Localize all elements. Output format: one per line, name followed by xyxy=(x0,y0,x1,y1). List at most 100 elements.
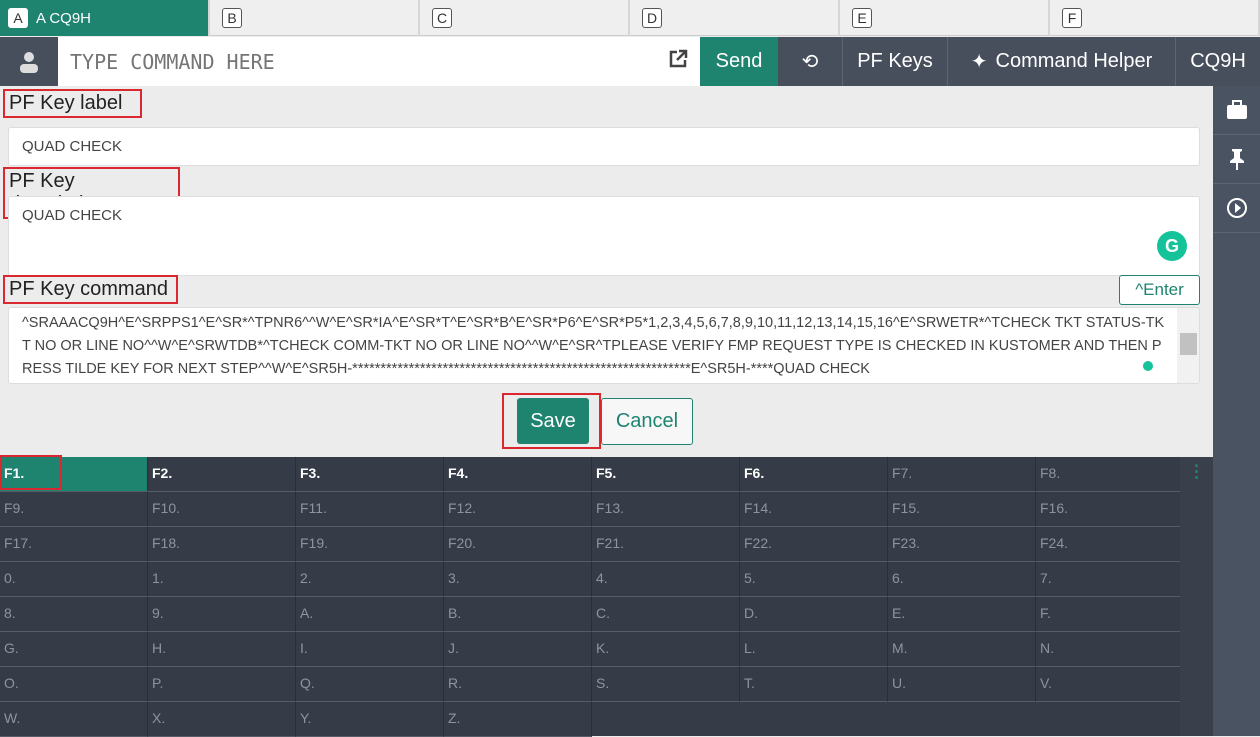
pf-key-cell[interactable]: 3. xyxy=(444,562,592,597)
pf-key-cell[interactable]: S. xyxy=(592,667,740,702)
pf-key-cell[interactable]: A. xyxy=(296,597,444,632)
pf-key-cell[interactable]: F7. xyxy=(888,457,1036,492)
pf-key-cell[interactable]: O. xyxy=(0,667,148,702)
pf-key-cell[interactable]: F22. xyxy=(740,527,888,562)
pf-key-cell[interactable]: Z. xyxy=(444,702,592,737)
description-text: QUAD CHECK xyxy=(22,207,123,224)
pf-key-label-input[interactable]: QUAD CHECK xyxy=(8,127,1200,166)
pf-key-command-input[interactable]: ^SRAAACQ9H^E^SRPPS1^E^SR*^TPNR6^^W^E^SR*… xyxy=(8,307,1200,384)
pf-key-cell[interactable]: F12. xyxy=(444,492,592,527)
pf-key-cell[interactable]: P. xyxy=(148,667,296,702)
pf-key-description-input[interactable]: QUAD CHECK G xyxy=(8,196,1200,276)
command-helper-button[interactable]: ✦ Command Helper xyxy=(948,37,1176,86)
pf-key-cell[interactable]: F20. xyxy=(444,527,592,562)
pf-key-cell[interactable]: U. xyxy=(888,667,1036,702)
cancel-button[interactable]: Cancel xyxy=(601,398,693,445)
user-icon[interactable] xyxy=(0,37,58,86)
pf-key-cell[interactable]: F9. xyxy=(0,492,148,527)
pf-key-cell[interactable]: Q. xyxy=(296,667,444,702)
pf-key-cell[interactable]: 7. xyxy=(1036,562,1184,597)
pf-key-cell[interactable]: F15. xyxy=(888,492,1036,527)
kebab-icon[interactable]: · · · xyxy=(1194,457,1200,487)
session-button[interactable]: CQ9H xyxy=(1176,37,1260,86)
pf-key-cell[interactable]: R. xyxy=(444,667,592,702)
grammarly-icon[interactable]: G xyxy=(1157,231,1187,261)
tab-key-badge: D xyxy=(642,8,662,28)
pf-key-cell[interactable]: Y. xyxy=(296,702,444,737)
tab-b[interactable]: B xyxy=(210,0,420,36)
pf-key-cell[interactable]: H. xyxy=(148,632,296,667)
tab-a[interactable]: A A CQ9H xyxy=(0,0,210,36)
pf-key-cell[interactable]: F14. xyxy=(740,492,888,527)
pf-key-command-title: PF Key command xyxy=(3,275,178,304)
pf-key-cell[interactable]: C. xyxy=(592,597,740,632)
command-input[interactable] xyxy=(70,49,630,74)
tab-key-badge: A xyxy=(8,8,28,28)
tab-f[interactable]: F xyxy=(1050,0,1260,36)
tab-key-badge: B xyxy=(222,8,242,28)
pf-key-cell[interactable]: T. xyxy=(740,667,888,702)
pf-key-cell[interactable]: 6. xyxy=(888,562,1036,597)
pf-key-cell[interactable]: V. xyxy=(1036,667,1184,702)
pf-key-cell[interactable]: B. xyxy=(444,597,592,632)
tab-d[interactable]: D xyxy=(630,0,840,36)
scrollbar[interactable] xyxy=(1177,308,1199,383)
pf-keys-button[interactable]: PF Keys xyxy=(843,37,948,86)
tab-key-badge: F xyxy=(1062,8,1082,28)
pf-key-cell[interactable]: 9. xyxy=(148,597,296,632)
pf-key-label-title: PF Key label xyxy=(3,89,142,118)
pf-key-cell[interactable]: F11. xyxy=(296,492,444,527)
grid-menu: · · · xyxy=(1180,457,1213,736)
pf-key-cell[interactable]: F8. xyxy=(1036,457,1184,492)
pf-key-cell[interactable]: F16. xyxy=(1036,492,1184,527)
pf-key-cell[interactable]: M. xyxy=(888,632,1036,667)
briefcase-icon[interactable] xyxy=(1213,86,1260,135)
pf-key-cell[interactable]: F18. xyxy=(148,527,296,562)
pf-key-cell[interactable]: 1. xyxy=(148,562,296,597)
pf-key-cell[interactable]: F13. xyxy=(592,492,740,527)
magic-wand-icon: ✦ xyxy=(970,51,988,73)
pf-key-cell[interactable]: N. xyxy=(1036,632,1184,667)
right-sidebar xyxy=(1213,86,1260,736)
pf-key-cell[interactable]: E. xyxy=(888,597,1036,632)
pf-key-cell[interactable]: D. xyxy=(740,597,888,632)
pf-key-cell[interactable]: G. xyxy=(0,632,148,667)
pf-key-cell[interactable]: F21. xyxy=(592,527,740,562)
pf-key-cell[interactable]: F17. xyxy=(0,527,148,562)
send-button[interactable]: Send xyxy=(700,37,778,86)
command-helper-label: Command Helper xyxy=(995,50,1153,72)
pf-key-cell[interactable]: I. xyxy=(296,632,444,667)
pin-icon[interactable] xyxy=(1213,135,1260,184)
pf-key-cell[interactable]: F3. xyxy=(296,457,444,492)
tab-e[interactable]: E xyxy=(840,0,1050,36)
pf-key-cell[interactable]: J. xyxy=(444,632,592,667)
command-text: ^SRAAACQ9H^E^SRPPS1^E^SR*^TPNR6^^W^E^SR*… xyxy=(22,315,1165,377)
pf-key-cell[interactable]: X. xyxy=(148,702,296,737)
pf-key-cell[interactable]: 5. xyxy=(740,562,888,597)
status-dot-icon xyxy=(1143,361,1153,371)
session-tabs: A A CQ9H B C D E F xyxy=(0,0,1260,36)
pf-key-cell[interactable]: K. xyxy=(592,632,740,667)
pf-key-cell[interactable]: F6. xyxy=(740,457,888,492)
pf-key-cell[interactable]: F2. xyxy=(148,457,296,492)
pf-key-cell[interactable]: F5. xyxy=(592,457,740,492)
pf-key-cell[interactable]: F10. xyxy=(148,492,296,527)
popout-icon[interactable] xyxy=(668,49,688,74)
pf-key-cell[interactable]: 0. xyxy=(0,562,148,597)
pf-key-cell[interactable]: F19. xyxy=(296,527,444,562)
pf-key-cell[interactable]: W. xyxy=(0,702,148,737)
pf-key-cell[interactable]: 2. xyxy=(296,562,444,597)
play-icon[interactable] xyxy=(1213,184,1260,233)
pf-key-cell[interactable]: F4. xyxy=(444,457,592,492)
tab-c[interactable]: C xyxy=(420,0,630,36)
pf-key-cell[interactable]: F. xyxy=(1036,597,1184,632)
pf-key-cell[interactable]: L. xyxy=(740,632,888,667)
pf-key-form: PF Key label QUAD CHECK PF Key descripti… xyxy=(0,86,1213,457)
pf-key-cell[interactable]: F24. xyxy=(1036,527,1184,562)
pf-key-cell[interactable]: F23. xyxy=(888,527,1036,562)
save-button[interactable]: Save xyxy=(517,398,589,444)
history-button[interactable]: ⟲ xyxy=(778,37,843,86)
enter-button[interactable]: ^Enter xyxy=(1119,275,1200,305)
pf-key-cell[interactable]: 8. xyxy=(0,597,148,632)
pf-key-cell[interactable]: 4. xyxy=(592,562,740,597)
